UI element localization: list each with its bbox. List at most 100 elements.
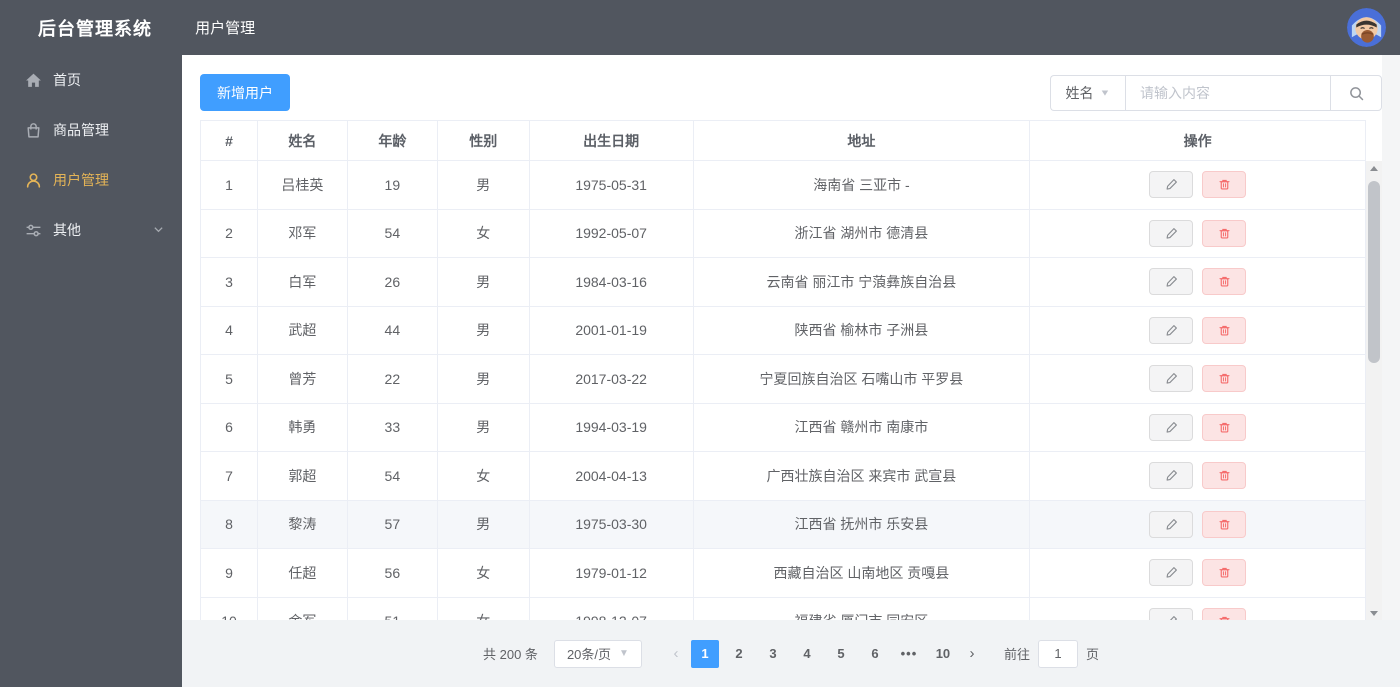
cell-index: 6 bbox=[201, 403, 258, 452]
page-more-button[interactable]: ••• bbox=[895, 640, 923, 668]
avatar[interactable] bbox=[1347, 8, 1386, 47]
page-number-button[interactable]: 3 bbox=[759, 640, 787, 668]
cell-gender: 男 bbox=[437, 161, 530, 210]
table-row: 2 邓军 54 女 1992-05-07 浙江省 湖州市 德清县 bbox=[201, 209, 1366, 258]
cell-operations bbox=[1030, 355, 1366, 404]
prev-page-button[interactable]: ‹ bbox=[664, 640, 688, 668]
sidebar-item-2[interactable]: 用户管理 bbox=[0, 155, 182, 205]
goto-page-input[interactable] bbox=[1037, 639, 1078, 668]
column-header: 年龄 bbox=[347, 121, 438, 161]
cell-name: 白军 bbox=[257, 258, 348, 307]
page-number-button[interactable]: 1 bbox=[690, 639, 719, 668]
avatar-image bbox=[1347, 8, 1386, 47]
cell-gender: 女 bbox=[437, 452, 530, 501]
cell-age: 51 bbox=[348, 597, 438, 620]
search-field-select[interactable]: 姓名 ▼ bbox=[1050, 75, 1125, 111]
cell-name: 郭超 bbox=[257, 452, 348, 501]
right-gutter bbox=[1382, 55, 1400, 620]
delete-button[interactable] bbox=[1202, 365, 1247, 393]
edit-button[interactable] bbox=[1149, 219, 1194, 247]
trash-icon bbox=[1219, 277, 1230, 287]
sidebar-item-0[interactable]: 首页 bbox=[0, 55, 182, 105]
delete-button[interactable] bbox=[1202, 268, 1247, 296]
sidebar-item-label: 商品管理 bbox=[53, 122, 109, 138]
delete-button[interactable] bbox=[1202, 462, 1247, 490]
delete-button[interactable] bbox=[1202, 316, 1247, 344]
cell-name: 金军 bbox=[258, 597, 348, 620]
edit-button[interactable] bbox=[1149, 365, 1194, 393]
table-row: 10 金军 51 女 1998-12-07 福建省 厦门市 同安区 bbox=[201, 597, 1366, 620]
scrollbar-up-arrow[interactable] bbox=[1366, 161, 1382, 175]
table-scrollbar[interactable] bbox=[1366, 161, 1382, 620]
next-page-button[interactable]: › bbox=[960, 640, 984, 668]
search-button[interactable] bbox=[1330, 75, 1382, 111]
delete-button[interactable] bbox=[1202, 607, 1247, 620]
edit-button[interactable] bbox=[1149, 316, 1194, 344]
edit-button[interactable] bbox=[1149, 462, 1194, 490]
cell-index: 10 bbox=[201, 597, 258, 620]
trash-icon bbox=[1219, 471, 1230, 481]
column-header: 操作 bbox=[1030, 121, 1366, 161]
cell-age: 33 bbox=[347, 403, 438, 452]
sidebar-item-1[interactable]: 商品管理 bbox=[0, 105, 182, 155]
cell-index: 4 bbox=[201, 306, 258, 355]
edit-button[interactable] bbox=[1149, 559, 1194, 587]
page-number-button[interactable]: 4 bbox=[793, 640, 821, 668]
cell-address: 陕西省 榆林市 子洲县 bbox=[693, 306, 1031, 355]
cell-age: 57 bbox=[347, 500, 438, 549]
trash-icon bbox=[1219, 519, 1230, 530]
search-field-label: 姓名 bbox=[1065, 85, 1094, 101]
table-body: 1 吕桂英 19 男 1975-05-31 海南省 三亚市 - 2 邓军 54 … bbox=[201, 161, 1366, 620]
edit-button[interactable] bbox=[1149, 268, 1194, 296]
cell-index: 2 bbox=[201, 209, 258, 258]
table-row: 5 曾芳 22 男 2017-03-22 宁夏回族自治区 石嘴山市 平罗县 bbox=[201, 355, 1366, 404]
trash-icon bbox=[1219, 228, 1230, 239]
chevron-down-icon: ▼ bbox=[1099, 88, 1111, 98]
delete-button[interactable] bbox=[1202, 413, 1247, 441]
edit-pen-icon bbox=[1166, 567, 1177, 578]
cell-operations bbox=[1030, 258, 1366, 307]
cell-address: 云南省 丽江市 宁蒗彝族自治县 bbox=[693, 258, 1031, 307]
edit-button[interactable] bbox=[1149, 171, 1194, 199]
column-header: 出生日期 bbox=[529, 121, 694, 161]
scrollbar-down-arrow[interactable] bbox=[1366, 606, 1382, 620]
delete-button[interactable] bbox=[1202, 171, 1247, 199]
cell-address: 江西省 抚州市 乐安县 bbox=[693, 500, 1031, 549]
search-input[interactable] bbox=[1125, 75, 1330, 111]
delete-button[interactable] bbox=[1202, 219, 1247, 247]
page-number-button[interactable]: 6 bbox=[861, 640, 889, 668]
cell-birthdate: 1992-05-07 bbox=[529, 209, 694, 258]
column-header: # bbox=[201, 121, 258, 161]
trash-icon bbox=[1219, 180, 1230, 190]
page-number-button[interactable]: 5 bbox=[827, 640, 855, 668]
cell-gender: 女 bbox=[437, 209, 530, 258]
cell-index: 3 bbox=[201, 258, 258, 307]
edit-button[interactable] bbox=[1149, 607, 1194, 620]
delete-button[interactable] bbox=[1202, 510, 1247, 538]
cell-address: 西藏自治区 山南地区 贡嘎县 bbox=[693, 549, 1031, 598]
cell-operations bbox=[1030, 597, 1366, 620]
delete-button[interactable] bbox=[1202, 559, 1247, 587]
cell-address: 海南省 三亚市 - bbox=[693, 161, 1031, 210]
home-icon bbox=[24, 71, 42, 89]
page-number-button[interactable]: 2 bbox=[725, 640, 753, 668]
add-user-button[interactable]: 新增用户 bbox=[200, 74, 290, 111]
scrollbar-thumb[interactable] bbox=[1368, 181, 1380, 363]
table-row: 7 郭超 54 女 2004-04-13 广西壮族自治区 来宾市 武宣县 bbox=[201, 452, 1366, 501]
cell-operations bbox=[1030, 500, 1366, 549]
page-number-button[interactable]: 10 bbox=[929, 640, 957, 668]
users-table: # 姓名 年龄 性别 出生日期 地址 操作 1 吕桂英 19 男 1975-05-31 海南… bbox=[200, 120, 1366, 620]
cell-birthdate: 1994-03-19 bbox=[529, 403, 694, 452]
page-size-select[interactable]: 20条/页 ▼ bbox=[553, 639, 642, 668]
goto-label: 前往 bbox=[1003, 647, 1030, 662]
cell-age: 26 bbox=[347, 258, 438, 307]
trash-icon bbox=[1219, 325, 1230, 336]
sidebar-item-3[interactable]: 其他 bbox=[0, 205, 182, 255]
cell-name: 任超 bbox=[257, 549, 348, 598]
edit-pen-icon bbox=[1166, 276, 1177, 287]
cell-address: 浙江省 湖州市 德清县 bbox=[693, 209, 1031, 258]
column-header: 性别 bbox=[437, 121, 530, 161]
edit-button[interactable] bbox=[1149, 510, 1194, 538]
edit-button[interactable] bbox=[1149, 413, 1194, 441]
cell-address: 江西省 赣州市 南康市 bbox=[693, 403, 1031, 452]
